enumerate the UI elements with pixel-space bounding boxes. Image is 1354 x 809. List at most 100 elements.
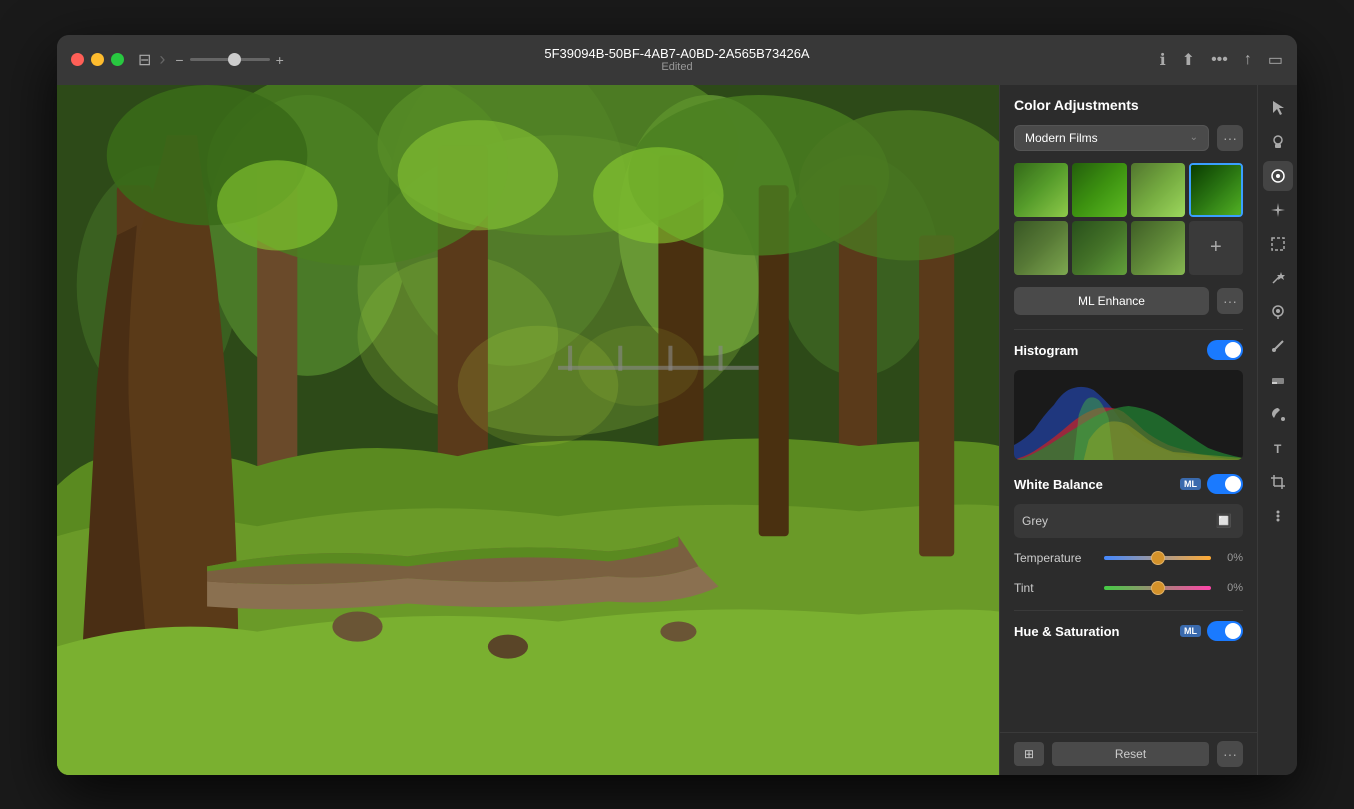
ml-enhance-row: ML Enhance ··· bbox=[1014, 287, 1243, 315]
main-content: Color Adjustments Modern Films ⌄ ··· bbox=[57, 85, 1297, 775]
paint-bucket-button[interactable] bbox=[1263, 399, 1293, 429]
histogram-header: Histogram bbox=[1014, 340, 1243, 360]
export-icon[interactable]: ↑ bbox=[1244, 51, 1252, 69]
brush-tool-button[interactable] bbox=[1263, 331, 1293, 361]
app-window: ⊟ › − + 5F39094B-50BF-4AB7-A0BD-2A565B73… bbox=[57, 35, 1297, 775]
reset-button[interactable]: Reset bbox=[1052, 742, 1209, 766]
temperature-thumb[interactable] bbox=[1151, 551, 1165, 565]
ml-enhance-button[interactable]: ML Enhance bbox=[1014, 287, 1209, 315]
white-balance-ml-badge: ML bbox=[1180, 478, 1201, 490]
titlebar-left-controls: ⊟ › bbox=[138, 49, 165, 70]
text-icon: T bbox=[1270, 440, 1286, 456]
select-tool-button[interactable] bbox=[1263, 93, 1293, 123]
hue-saturation-toggle-area: ML bbox=[1180, 621, 1243, 641]
temperature-slider-container[interactable] bbox=[1104, 548, 1211, 568]
temperature-value: 0% bbox=[1211, 552, 1243, 564]
text-tool-button[interactable]: T bbox=[1263, 433, 1293, 463]
filter-add-button[interactable]: + bbox=[1189, 221, 1243, 275]
hue-saturation-header: Hue & Saturation ML bbox=[1014, 621, 1243, 641]
tint-slider-container[interactable] bbox=[1104, 578, 1211, 598]
zoom-slider[interactable] bbox=[190, 58, 270, 61]
filter-row: Modern Films ⌄ ··· bbox=[1014, 125, 1243, 151]
filter-thumb-2[interactable] bbox=[1072, 163, 1126, 217]
magic-wand-icon bbox=[1270, 270, 1286, 286]
panel-footer: ⊞ Reset ··· bbox=[1000, 732, 1257, 775]
filter-thumb-4[interactable] bbox=[1189, 163, 1243, 217]
filter-thumb-6[interactable] bbox=[1072, 221, 1126, 275]
zoom-plus-button[interactable]: + bbox=[276, 52, 284, 68]
color-picker-button[interactable] bbox=[1263, 297, 1293, 327]
more-tools-button[interactable] bbox=[1263, 501, 1293, 531]
titlebar-title: 5F39094B-50BF-4AB7-A0BD-2A565B73426A Edi… bbox=[544, 46, 809, 73]
more-options-icon[interactable]: ••• bbox=[1211, 51, 1228, 69]
tint-thumb[interactable] bbox=[1151, 581, 1165, 595]
filter-dropdown[interactable]: Modern Films ⌄ bbox=[1014, 125, 1209, 151]
magic-wand-button[interactable] bbox=[1263, 263, 1293, 293]
divider-1 bbox=[1014, 329, 1243, 330]
divider-2 bbox=[1014, 610, 1243, 611]
white-balance-toggle[interactable] bbox=[1207, 474, 1243, 494]
temperature-label: Temperature bbox=[1014, 551, 1104, 565]
eyedropper-button[interactable]: 🔲 bbox=[1213, 510, 1235, 532]
forest-image bbox=[57, 85, 999, 775]
stamp-tool-button[interactable] bbox=[1263, 127, 1293, 157]
color-picker-icon bbox=[1270, 304, 1286, 320]
sparkle-tool-button[interactable] bbox=[1263, 195, 1293, 225]
white-balance-header: White Balance ML bbox=[1014, 474, 1243, 494]
filter-thumb-preview-7 bbox=[1131, 221, 1185, 275]
panel-more-options-button[interactable]: ··· bbox=[1217, 741, 1243, 767]
crop-icon bbox=[1270, 474, 1286, 490]
histogram-container bbox=[1014, 370, 1243, 460]
filter-thumb-7[interactable] bbox=[1131, 221, 1185, 275]
view-toggle-button[interactable]: ⊞ bbox=[1014, 742, 1044, 766]
filter-thumb-preview-3 bbox=[1131, 163, 1185, 217]
filter-thumb-1[interactable] bbox=[1014, 163, 1068, 217]
tint-value: 0% bbox=[1211, 582, 1243, 594]
grey-row: Grey 🔲 bbox=[1014, 504, 1243, 538]
color-adjustments-panel: Color Adjustments Modern Films ⌄ ··· bbox=[999, 85, 1257, 775]
filter-dropdown-label: Modern Films bbox=[1025, 131, 1098, 145]
filter-thumb-3[interactable] bbox=[1131, 163, 1185, 217]
ml-enhance-more-button[interactable]: ··· bbox=[1217, 288, 1243, 314]
filter-more-button[interactable]: ··· bbox=[1217, 125, 1243, 151]
sidebar-right-icon[interactable]: ▭ bbox=[1268, 50, 1283, 70]
hue-saturation-ml-badge: ML bbox=[1180, 625, 1201, 637]
histogram-chart bbox=[1014, 370, 1243, 460]
svg-text:T: T bbox=[1274, 442, 1282, 456]
sidebar-toggle-icon[interactable]: ⊟ bbox=[138, 50, 151, 70]
hue-saturation-section: Hue & Saturation ML bbox=[1014, 621, 1243, 641]
close-button[interactable] bbox=[71, 53, 84, 66]
tint-label: Tint bbox=[1014, 581, 1104, 595]
share-icon[interactable]: ⬆ bbox=[1182, 50, 1195, 70]
filter-thumb-preview-5 bbox=[1014, 221, 1068, 275]
info-icon[interactable]: ℹ bbox=[1160, 50, 1166, 70]
filter-thumb-5[interactable] bbox=[1014, 221, 1068, 275]
white-balance-section: White Balance ML Grey 🔲 Temperature bbox=[1014, 474, 1243, 598]
crop-tool-button[interactable] bbox=[1263, 467, 1293, 497]
titlebar-actions: ℹ ⬆ ••• ↑ ▭ bbox=[1160, 50, 1283, 70]
tint-row: Tint 0% bbox=[1014, 578, 1243, 598]
photo-area bbox=[57, 85, 999, 775]
temperature-row: Temperature 0% bbox=[1014, 548, 1243, 568]
zoom-minus-button[interactable]: − bbox=[175, 52, 183, 68]
sparkle-icon bbox=[1270, 202, 1286, 218]
minimize-button[interactable] bbox=[91, 53, 104, 66]
paint-bucket-icon bbox=[1270, 406, 1286, 422]
brush-icon bbox=[1270, 338, 1286, 354]
zoom-slider-thumb bbox=[228, 53, 241, 66]
hue-saturation-toggle[interactable] bbox=[1207, 621, 1243, 641]
white-balance-toggle-area: ML bbox=[1180, 474, 1243, 494]
panel-content-area: Color Adjustments Modern Films ⌄ ··· bbox=[1000, 85, 1257, 732]
stamp-icon bbox=[1270, 134, 1286, 150]
maximize-button[interactable] bbox=[111, 53, 124, 66]
filter-thumb-preview-1 bbox=[1014, 163, 1068, 217]
histogram-toggle[interactable] bbox=[1207, 340, 1243, 360]
circle-icon bbox=[1270, 168, 1286, 184]
chevron-down-icon: › bbox=[159, 49, 165, 70]
eraser-tool-button[interactable] bbox=[1263, 365, 1293, 395]
selection-tool-button[interactable] bbox=[1263, 229, 1293, 259]
retouch-tool-button[interactable] bbox=[1263, 161, 1293, 191]
chevron-down-icon: ⌄ bbox=[1190, 132, 1198, 143]
file-status: Edited bbox=[544, 61, 809, 73]
grid-icon: ⊞ bbox=[1024, 747, 1034, 761]
